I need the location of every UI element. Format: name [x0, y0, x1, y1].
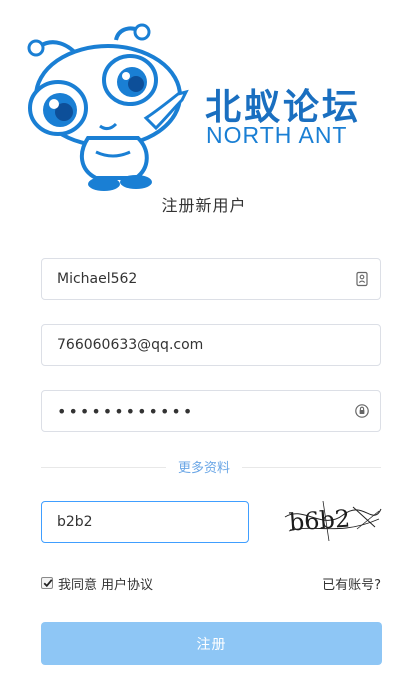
- register-page: 北蚁论坛 NORTH ANT 注册新用户 更多资料 b6b2: [0, 0, 408, 681]
- user-agreement-link[interactable]: 用户协议: [101, 574, 153, 593]
- captcha-image[interactable]: b6b2: [283, 497, 383, 543]
- register-button[interactable]: 注册: [41, 622, 382, 665]
- captcha-field-wrapper: [41, 501, 249, 543]
- username-input[interactable]: [42, 259, 380, 299]
- ant-mascot-logo: [27, 23, 189, 191]
- have-account-link[interactable]: 已有账号?: [322, 574, 381, 593]
- more-info-toggle[interactable]: 更多资料: [165, 457, 242, 476]
- username-field-wrapper: [41, 258, 381, 300]
- page-title: 注册新用户: [161, 196, 247, 215]
- password-input[interactable]: [42, 391, 380, 431]
- captcha-text: b6b2: [288, 504, 351, 536]
- agree-checkbox[interactable]: [41, 577, 53, 589]
- lock-icon: [355, 404, 369, 418]
- captcha-input[interactable]: [42, 502, 248, 542]
- agreement-row: 我同意 用户协议: [41, 574, 153, 593]
- checkmark-icon: [43, 579, 53, 588]
- agree-label: 我同意: [58, 577, 98, 593]
- id-card-icon: [356, 271, 368, 287]
- email-input[interactable]: [42, 325, 380, 365]
- more-info-toggle-wrapper: 更多资料: [0, 457, 408, 476]
- password-field-wrapper: [41, 390, 381, 432]
- logo-name-en: NORTH ANT: [206, 122, 348, 148]
- email-field-wrapper: [41, 324, 381, 366]
